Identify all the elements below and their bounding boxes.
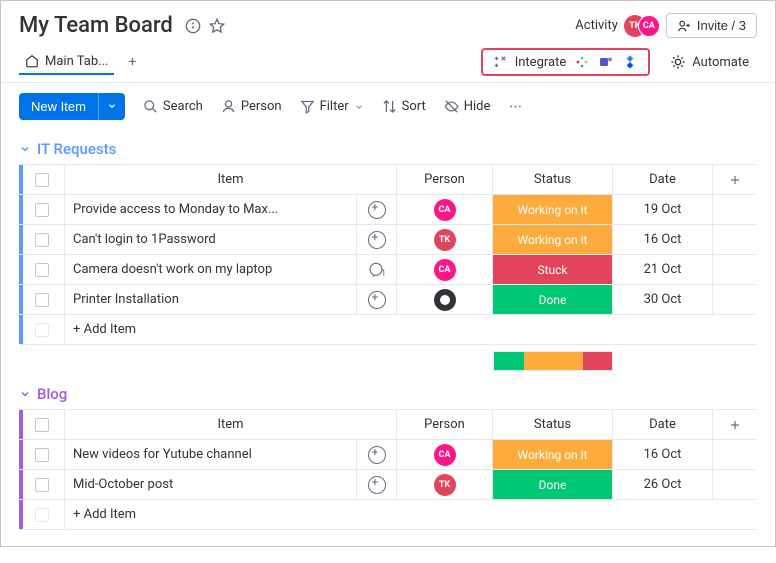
star-icon[interactable] bbox=[205, 14, 229, 38]
status-cell[interactable]: Done bbox=[493, 470, 613, 500]
person-avatar[interactable]: CA bbox=[397, 440, 493, 470]
add-tab-button[interactable]: + bbox=[128, 54, 136, 70]
person-label: Person bbox=[241, 99, 282, 114]
more-menu[interactable] bbox=[508, 99, 523, 114]
new-item-dropdown[interactable] bbox=[98, 93, 125, 120]
date-cell[interactable]: 30 Oct bbox=[613, 285, 713, 315]
filter-label: Filter bbox=[320, 99, 349, 114]
chat-icon[interactable] bbox=[357, 225, 397, 255]
hide-tool[interactable]: Hide bbox=[444, 99, 491, 114]
person-avatar[interactable]: CA bbox=[397, 255, 493, 285]
add-item-checkbox bbox=[19, 500, 65, 530]
empty-cell bbox=[713, 225, 757, 255]
invite-button[interactable]: Invite / 3 bbox=[666, 13, 757, 38]
board-title: My Team Board bbox=[19, 13, 173, 38]
search-label: Search bbox=[163, 99, 203, 114]
hide-label: Hide bbox=[464, 99, 491, 114]
status-cell[interactable]: Working on it bbox=[493, 225, 613, 255]
slack-icon bbox=[574, 54, 590, 70]
row-checkbox[interactable] bbox=[19, 470, 65, 500]
integrate-label: Integrate bbox=[515, 55, 567, 70]
item-name[interactable]: New videos for Yutube channel bbox=[65, 440, 357, 470]
empty-cell bbox=[713, 195, 757, 225]
item-name[interactable]: Can't login to 1Password bbox=[65, 225, 357, 255]
group-header-blog[interactable]: Blog bbox=[19, 385, 757, 403]
row-checkbox[interactable] bbox=[19, 440, 65, 470]
select-all-checkbox[interactable] bbox=[19, 165, 65, 195]
chat-icon[interactable] bbox=[357, 470, 397, 500]
chat-icon[interactable] bbox=[357, 195, 397, 225]
sort-label: Sort bbox=[402, 99, 426, 114]
invite-label: Invite / 3 bbox=[697, 18, 746, 33]
add-column-button[interactable] bbox=[713, 165, 757, 195]
item-name[interactable]: Mid-October post bbox=[65, 470, 357, 500]
add-column-button[interactable] bbox=[713, 410, 757, 440]
status-cell[interactable]: Working on it bbox=[493, 195, 613, 225]
empty-cell bbox=[713, 255, 757, 285]
column-item: Item bbox=[65, 410, 397, 440]
search-tool[interactable]: Search bbox=[143, 99, 203, 114]
empty-cell bbox=[713, 440, 757, 470]
teams-icon bbox=[598, 54, 614, 70]
person-tool[interactable]: Person bbox=[221, 99, 282, 114]
tab-main[interactable]: Main Tab... bbox=[19, 50, 114, 75]
status-summary bbox=[493, 351, 613, 371]
automate-label: Automate bbox=[692, 55, 749, 70]
activity-label[interactable]: Activity bbox=[575, 18, 618, 33]
group-header-it[interactable]: IT Requests bbox=[19, 140, 757, 158]
column-person: Person bbox=[397, 410, 493, 440]
automate-button[interactable]: Automate bbox=[662, 50, 757, 74]
chat-icon[interactable] bbox=[357, 440, 397, 470]
row-checkbox[interactable] bbox=[19, 225, 65, 255]
column-date: Date bbox=[613, 410, 713, 440]
chat-icon[interactable]: 1 bbox=[357, 255, 397, 285]
tab-main-label: Main Tab... bbox=[45, 54, 108, 69]
sort-tool[interactable]: Sort bbox=[382, 99, 426, 114]
item-name[interactable]: Provide access to Monday to Max... bbox=[65, 195, 357, 225]
person-avatar[interactable]: TK bbox=[397, 470, 493, 500]
item-name[interactable]: Printer Installation bbox=[65, 285, 357, 315]
column-person: Person bbox=[397, 165, 493, 195]
item-name[interactable]: Camera doesn't work on my laptop bbox=[65, 255, 357, 285]
avatar-ca[interactable]: CA bbox=[638, 15, 660, 37]
status-cell[interactable]: Stuck bbox=[493, 255, 613, 285]
column-status: Status bbox=[493, 410, 613, 440]
row-checkbox[interactable] bbox=[19, 255, 65, 285]
date-cell[interactable]: 21 Oct bbox=[613, 255, 713, 285]
add-item-checkbox bbox=[19, 315, 65, 345]
row-checkbox[interactable] bbox=[19, 285, 65, 315]
chat-icon[interactable] bbox=[357, 285, 397, 315]
empty-cell bbox=[713, 470, 757, 500]
empty-cell bbox=[713, 285, 757, 315]
filter-tool[interactable]: Filter bbox=[300, 99, 364, 114]
column-status: Status bbox=[493, 165, 613, 195]
status-cell[interactable]: Working on it bbox=[493, 440, 613, 470]
column-date: Date bbox=[613, 165, 713, 195]
person-avatar[interactable]: TK bbox=[397, 225, 493, 255]
date-cell[interactable]: 16 Oct bbox=[613, 440, 713, 470]
info-icon[interactable] bbox=[181, 14, 205, 38]
person-avatar[interactable]: CA bbox=[397, 195, 493, 225]
add-item-button[interactable]: + Add Item bbox=[65, 315, 757, 345]
select-all-checkbox[interactable] bbox=[19, 410, 65, 440]
date-cell[interactable]: 16 Oct bbox=[613, 225, 713, 255]
row-checkbox[interactable] bbox=[19, 195, 65, 225]
add-item-button[interactable]: + Add Item bbox=[65, 500, 757, 530]
person-avatar[interactable] bbox=[397, 285, 493, 315]
jira-icon bbox=[622, 54, 638, 70]
date-cell[interactable]: 26 Oct bbox=[613, 470, 713, 500]
date-cell[interactable]: 19 Oct bbox=[613, 195, 713, 225]
column-item: Item bbox=[65, 165, 397, 195]
new-item-button[interactable]: New Item bbox=[19, 93, 98, 120]
integrate-button[interactable]: Integrate bbox=[481, 48, 651, 76]
status-cell[interactable]: Done bbox=[493, 285, 613, 315]
